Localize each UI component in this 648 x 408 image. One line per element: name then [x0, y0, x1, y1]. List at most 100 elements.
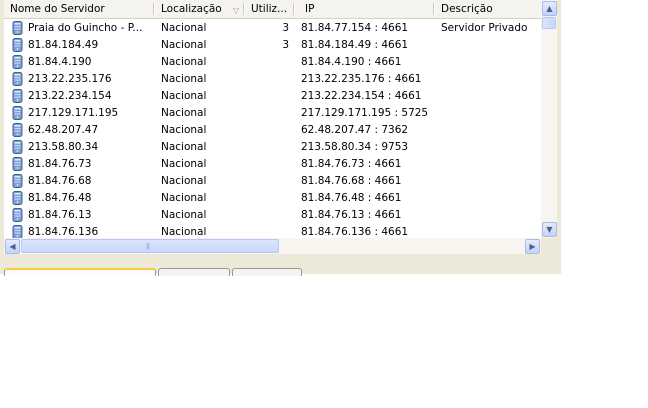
vertical-scrollbar[interactable]: ▲ ▼ [541, 0, 557, 238]
column-header-server-name[interactable]: Nome do Servidor [4, 0, 155, 18]
scrollbar-corner [541, 238, 557, 254]
table-row[interactable]: 81.84.76.73 Nacional 81.84.76.73 : 4661 [4, 156, 541, 173]
table-row[interactable]: Praia do Guincho - P... Nacional 3 81.84.77… [4, 20, 541, 37]
description-cell [441, 88, 541, 105]
ip-cell: 81.84.76.48 : 4661 [301, 192, 402, 204]
server-list-panel: Nome do Servidor Localização ▽ Utiliz...… [0, 0, 561, 276]
users-cell [245, 207, 289, 224]
table-row[interactable]: 81.84.4.190 Nacional 81.84.4.190 : 4661 [4, 54, 541, 71]
location-cell: Nacional [161, 141, 207, 153]
column-header-ip[interactable]: IP [295, 0, 435, 18]
location-cell: Nacional [161, 90, 207, 102]
column-header-label: Utiliz... [251, 3, 288, 15]
table-row[interactable]: 217.129.171.195 Nacional 217.129.171.195 :… [4, 105, 541, 122]
description-cell: Servidor Privado [441, 22, 528, 34]
ip-cell: 81.84.4.190 : 4661 [301, 56, 402, 68]
ip-cell: 81.84.76.13 : 4661 [301, 209, 402, 221]
ip-cell: 81.84.76.68 : 4661 [301, 175, 402, 187]
description-cell [441, 37, 541, 54]
server-name-cell: 213.22.234.154 [28, 90, 112, 102]
vertical-scroll-thumb[interactable] [542, 17, 556, 29]
column-header-label: Nome do Servidor [10, 3, 105, 15]
ip-cell: 62.48.207.47 : 7362 [301, 124, 409, 136]
table-row[interactable]: 81.84.76.68 Nacional 81.84.76.68 : 4661 [4, 173, 541, 190]
ip-cell: 81.84.76.73 : 4661 [301, 158, 402, 170]
server-name-cell: 213.22.235.176 [28, 73, 112, 85]
ip-cell: 213.58.80.34 : 9753 [301, 141, 409, 153]
table-row[interactable]: 213.58.80.34 Nacional 213.58.80.34 : 9753 [4, 139, 541, 156]
users-cell [245, 139, 289, 156]
sort-descending-icon: ▽ [233, 6, 240, 15]
description-cell [441, 139, 541, 156]
users-cell [245, 88, 289, 105]
location-cell: Nacional [161, 192, 207, 204]
server-icon [12, 106, 23, 120]
ip-cell: 81.84.77.154 : 4661 [301, 22, 409, 34]
server-name-cell: 81.84.76.68 [28, 175, 92, 187]
arrow-down-icon[interactable]: ▼ [542, 222, 557, 237]
description-cell [441, 54, 541, 71]
server-name-cell: 62.48.207.47 [28, 124, 99, 136]
users-cell [245, 156, 289, 173]
users-cell [245, 71, 289, 88]
users-cell [245, 173, 289, 190]
location-cell: Nacional [161, 56, 207, 68]
server-name-cell: 217.129.171.195 [28, 107, 119, 119]
server-list[interactable]: Nome do Servidor Localização ▽ Utiliz...… [4, 0, 541, 238]
tab-strip [4, 268, 304, 276]
description-cell [441, 207, 541, 224]
column-header-location[interactable]: Localização ▽ [155, 0, 245, 18]
table-row[interactable]: 81.84.184.49 Nacional 3 81.84.184.49 : 4661 [4, 37, 541, 54]
location-cell: Nacional [161, 39, 207, 51]
table-row[interactable]: 62.48.207.47 Nacional 62.48.207.47 : 7362 [4, 122, 541, 139]
server-icon [12, 123, 23, 137]
column-header-users[interactable]: Utiliz... [245, 0, 295, 18]
column-header-label: Descrição [441, 3, 493, 15]
table-row[interactable]: 81.84.76.48 Nacional 81.84.76.48 : 4661 [4, 190, 541, 207]
location-cell: Nacional [161, 175, 207, 187]
server-name-cell: 81.84.184.49 [28, 39, 99, 51]
ip-cell: 213.22.235.176 : 4661 [301, 73, 422, 85]
ip-cell: 213.22.234.154 : 4661 [301, 90, 422, 102]
arrow-up-icon[interactable]: ▲ [542, 1, 557, 16]
server-icon [12, 21, 23, 35]
horizontal-scrollbar[interactable]: ◀ ||| ▶ [4, 238, 541, 254]
scroll-grip-icon: ||| [146, 243, 150, 250]
server-name-cell: 81.84.76.136 [28, 226, 99, 238]
ip-cell: 217.129.171.195 : 5725 [301, 107, 429, 119]
server-icon [12, 55, 23, 69]
table-row[interactable]: 213.22.234.154 Nacional 213.22.234.154 : 4… [4, 88, 541, 105]
table-row[interactable]: 81.84.76.136 Nacional 81.84.76.136 : 4661 [4, 224, 541, 238]
description-cell [441, 156, 541, 173]
tab-1[interactable] [4, 268, 156, 276]
server-icon [12, 89, 23, 103]
server-name-cell: 81.84.76.48 [28, 192, 92, 204]
location-cell: Nacional [161, 226, 207, 238]
location-cell: Nacional [161, 124, 207, 136]
users-cell [245, 54, 289, 71]
horizontal-scroll-thumb[interactable]: ||| [21, 239, 279, 253]
description-cell [441, 173, 541, 190]
arrow-left-icon[interactable]: ◀ [5, 239, 20, 254]
table-row[interactable]: 213.22.235.176 Nacional 213.22.235.176 : 4… [4, 71, 541, 88]
description-cell [441, 105, 541, 122]
table-row[interactable]: 81.84.76.13 Nacional 81.84.76.13 : 4661 [4, 207, 541, 224]
server-name-cell: Praia do Guincho - P... [28, 22, 143, 34]
column-header-label: Localização [161, 3, 222, 15]
server-name-cell: 81.84.76.73 [28, 158, 92, 170]
server-icon [12, 140, 23, 154]
list-header: Nome do Servidor Localização ▽ Utiliz...… [4, 0, 541, 19]
column-header-description[interactable]: Descrição [435, 0, 541, 18]
server-icon [12, 191, 23, 205]
location-cell: Nacional [161, 107, 207, 119]
tab-3[interactable] [232, 268, 302, 276]
users-cell [245, 190, 289, 207]
tab-2[interactable] [158, 268, 230, 276]
column-header-label: IP [305, 3, 315, 15]
description-cell [441, 224, 541, 238]
users-cell [245, 224, 289, 238]
server-icon [12, 38, 23, 52]
server-icon [12, 174, 23, 188]
arrow-right-icon[interactable]: ▶ [525, 239, 540, 254]
server-name-cell: 213.58.80.34 [28, 141, 99, 153]
